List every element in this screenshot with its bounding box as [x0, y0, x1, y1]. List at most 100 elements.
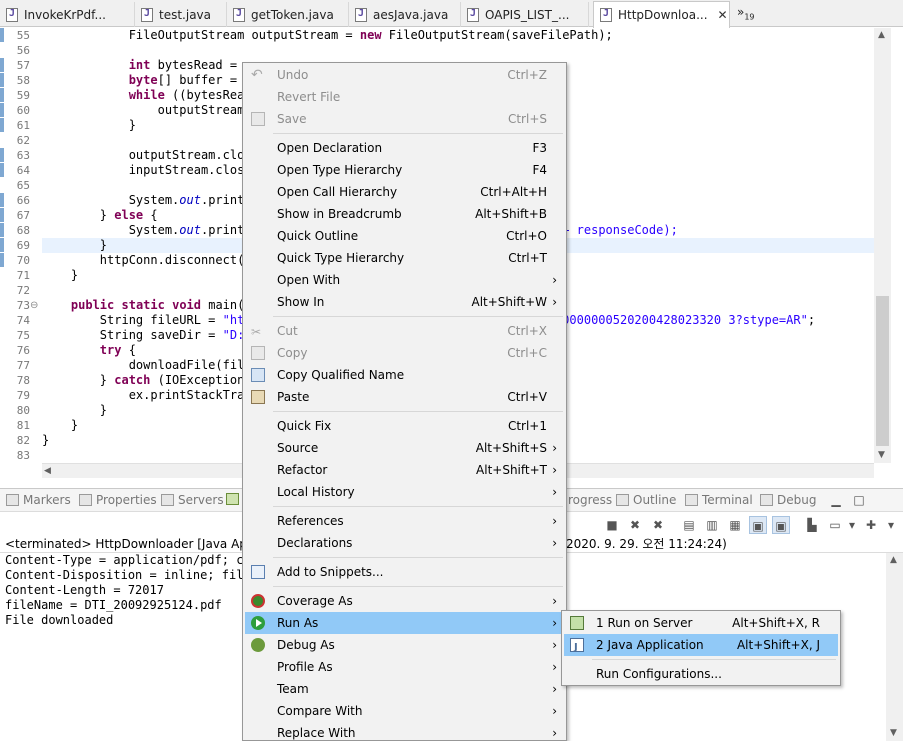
scroll-up-icon[interactable]: ▲	[878, 30, 885, 40]
minimize-icon[interactable]: ▁	[827, 491, 845, 509]
coverage-icon	[251, 594, 265, 608]
view-tab-terminal[interactable]: Terminal	[685, 493, 753, 507]
menu-item-replace-with[interactable]: Replace With ›	[245, 722, 565, 741]
remove-launch-icon[interactable]: ✖	[626, 516, 644, 534]
menu-item-declarations[interactable]: Declarations ›	[245, 532, 565, 554]
fold-icon[interactable]: ⊖	[30, 298, 38, 313]
menu-item-label: Quick Type Hierarchy	[277, 251, 405, 265]
scroll-up-icon[interactable]: ▲	[890, 555, 897, 565]
menu-item-open-declaration[interactable]: Open Declaration F3	[245, 137, 565, 159]
java-file-icon	[141, 7, 153, 22]
menu-item-team[interactable]: Team ›	[245, 678, 565, 700]
menu-item-run-configurations[interactable]: Run Configurations...	[564, 663, 838, 685]
menu-item-undo[interactable]: Undo Ctrl+Z	[245, 64, 565, 86]
chevron-down-icon[interactable]: ▾	[882, 516, 900, 534]
tab-label: getToken.java	[251, 7, 334, 22]
code-text: }	[42, 238, 108, 252]
editor-vertical-scrollbar[interactable]: ▲ ▼	[874, 28, 891, 463]
view-tab-markers[interactable]: Markers	[6, 493, 71, 507]
line-number: 60	[16, 104, 30, 117]
menu-item-show-in[interactable]: Show In Alt+Shift+W ›	[245, 291, 565, 313]
stop-icon[interactable]: ■	[603, 516, 621, 534]
menu-item-quick-type-hierarchy[interactable]: Quick Type Hierarchy Ctrl+T	[245, 247, 565, 269]
view-tab-debug[interactable]: Debug	[760, 493, 816, 507]
menu-item-quick-fix[interactable]: Quick Fix Ctrl+1	[245, 415, 565, 437]
view-tab-progress[interactable]: rogress	[568, 493, 612, 507]
menu-item-local-history[interactable]: Local History ›	[245, 481, 565, 503]
view-tab-servers[interactable]: Servers	[161, 493, 224, 507]
menu-item-profile-as[interactable]: Profile As ›	[245, 656, 565, 678]
pin-console-icon[interactable]: ▙	[803, 516, 821, 534]
menu-item-add-to-snippets[interactable]: Add to Snippets...	[245, 561, 565, 583]
menu-item-copy[interactable]: Copy Ctrl+C	[245, 342, 565, 364]
menu-item-2-java-application[interactable]: 2 Java Application Alt+Shift+X, J	[564, 634, 838, 659]
show-on-stdout-icon[interactable]: ▣	[749, 516, 767, 534]
line-number: 64	[16, 164, 30, 177]
menu-item-run-as[interactable]: Run As ›	[245, 612, 565, 634]
menu-item-open-with[interactable]: Open With ›	[245, 269, 565, 291]
tab-invokekrpdf[interactable]: InvokeKrPdf...	[0, 2, 135, 27]
menu-item-open-call-hierarchy[interactable]: Open Call Hierarchy Ctrl+Alt+H	[245, 181, 565, 203]
view-tab-datasource[interactable]	[226, 493, 243, 505]
menu-item-label: 1 Run on Server	[596, 616, 693, 630]
menu-item-debug-as[interactable]: Debug As ›	[245, 634, 565, 656]
code-text: System.out.printl	[42, 193, 252, 207]
menu-item-label: Revert File	[277, 90, 341, 104]
menu-item-cut[interactable]: Cut Ctrl+X	[245, 320, 565, 343]
menu-item-show-in-breadcrumb[interactable]: Show in Breadcrumb Alt+Shift+B	[245, 203, 565, 225]
tab-test-java[interactable]: test.java	[135, 2, 227, 27]
show-on-stderr-icon[interactable]: ▣	[772, 516, 790, 534]
tab-label: aesJava.java	[373, 7, 449, 22]
line-number: 57	[16, 59, 30, 72]
view-tab-outline[interactable]: Outline	[616, 493, 676, 507]
menu-item-copy-qualified-name[interactable]: Copy Qualified Name	[245, 364, 565, 386]
menu-item-label: Show in Breadcrumb	[277, 207, 402, 221]
change-marker	[0, 238, 4, 252]
menu-item-label: Run As	[277, 616, 319, 630]
tab-oapis-list[interactable]: OAPIS_LIST_...	[461, 2, 589, 27]
menu-item-references[interactable]: References ›	[245, 510, 565, 532]
menu-item-source[interactable]: Source Alt+Shift+S ›	[245, 437, 565, 459]
code-line[interactable]: 56	[0, 43, 875, 58]
tab-gettoken-java[interactable]: getToken.java	[227, 2, 349, 27]
menu-item-compare-with[interactable]: Compare With ›	[245, 700, 565, 722]
menu-item-label: Open Call Hierarchy	[277, 185, 398, 199]
menu-item-shortcut: Ctrl+Z	[507, 68, 547, 82]
chevron-right-icon: ›	[552, 273, 557, 287]
close-tab-icon[interactable]: ✕	[718, 8, 728, 22]
menu-item-refactor[interactable]: Refactor Alt+Shift+T ›	[245, 459, 565, 481]
clear-console-icon[interactable]: ▤	[680, 516, 698, 534]
menu-item-label: Paste	[277, 390, 310, 404]
scroll-lock-icon[interactable]: ▥	[703, 516, 721, 534]
view-tab-label: Debug	[777, 493, 817, 507]
menu-item-open-type-hierarchy[interactable]: Open Type Hierarchy F4	[245, 159, 565, 181]
console-line: Content-Length = 72017	[5, 583, 164, 597]
view-tab-properties[interactable]: Properties	[79, 493, 157, 507]
console-vertical-scrollbar[interactable]: ▲ ▼	[886, 553, 903, 741]
remove-all-launches-icon[interactable]: ✖	[649, 516, 667, 534]
scroll-left-icon[interactable]: ◀	[44, 466, 51, 476]
menu-item-save[interactable]: Save Ctrl+S	[245, 108, 565, 130]
menu-item-quick-outline[interactable]: Quick Outline Ctrl+O	[245, 225, 565, 247]
display-console-icon[interactable]: ▭	[826, 516, 844, 534]
scroll-down-icon[interactable]: ▼	[878, 450, 885, 460]
chevron-down-icon[interactable]: ▾	[843, 516, 861, 534]
line-number: 66	[16, 194, 30, 207]
maximize-icon[interactable]: □	[850, 491, 868, 509]
tab-httpdownloader[interactable]: HttpDownloa... ✕	[593, 1, 730, 28]
line-number: 58	[16, 74, 30, 87]
new-console-icon[interactable]: ✚	[862, 516, 880, 534]
console-launch-time: 2020. 9. 29. 오전 11:24:24)	[566, 537, 727, 551]
scroll-down-icon[interactable]: ▼	[890, 728, 897, 738]
menu-item-revert-file[interactable]: Revert File	[245, 86, 565, 108]
tab-overflow-button[interactable]: »19	[737, 5, 755, 21]
menu-item-label: Source	[277, 441, 319, 455]
java-file-icon	[6, 7, 18, 22]
menu-item-coverage-as[interactable]: Coverage As ›	[245, 590, 565, 612]
tab-aesjava-java[interactable]: aesJava.java	[349, 2, 461, 27]
menu-item-1-run-on-server[interactable]: 1 Run on Server Alt+Shift+X, R	[564, 612, 838, 634]
menu-item-paste[interactable]: Paste Ctrl+V	[245, 386, 565, 408]
scroll-thumb[interactable]	[876, 296, 889, 446]
word-wrap-icon[interactable]: ▦	[726, 516, 744, 534]
code-line[interactable]: 55 FileOutputStream outputStream = new F…	[0, 28, 875, 43]
